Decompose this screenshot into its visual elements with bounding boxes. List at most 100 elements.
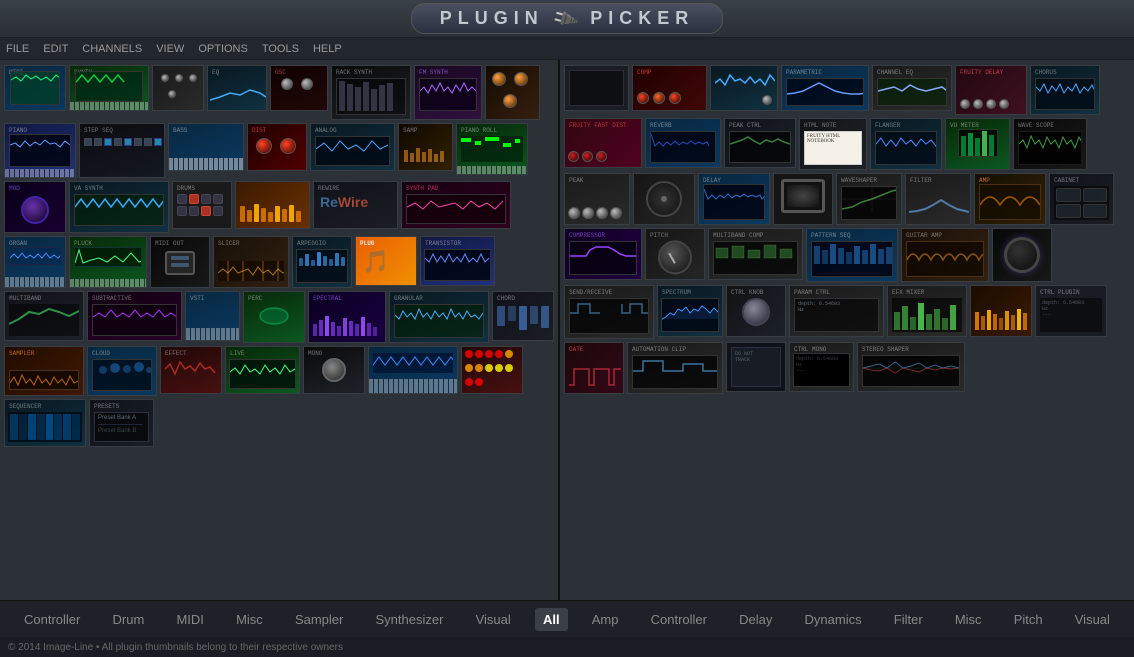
effect-19[interactable]: WAVESHAPER: [836, 173, 902, 225]
plugin-43[interactable]: SEQUENCER: [4, 399, 86, 447]
plugin-44[interactable]: PRESETSPreset Bank APreset Bank B: [89, 399, 154, 447]
tab-misc-left[interactable]: Misc: [228, 608, 271, 631]
plugin-40[interactable]: MONO: [303, 346, 365, 394]
effect-24[interactable]: PITCH: [645, 228, 705, 280]
plugin-6[interactable]: RACK SYNTH: [331, 65, 411, 120]
plugin-41[interactable]: [368, 346, 458, 394]
effect-5[interactable]: CHANNEL EQ: [872, 65, 952, 111]
plugin-38[interactable]: EFFECT: [160, 346, 222, 394]
menu-edit[interactable]: EDIT: [43, 43, 68, 55]
plugin-2[interactable]: SYNTH: [69, 65, 149, 111]
plugin-16[interactable]: MOD: [4, 181, 66, 233]
effect-3[interactable]: [710, 65, 778, 111]
effect-15[interactable]: PEAK: [564, 173, 630, 225]
effect-9[interactable]: REVERB: [645, 118, 721, 168]
tab-sampler[interactable]: Sampler: [287, 608, 351, 631]
plugin-23[interactable]: PLUCK: [69, 236, 147, 288]
effect-1[interactable]: [564, 65, 629, 111]
plugin-12[interactable]: DIST: [247, 123, 307, 171]
plugin-29[interactable]: MULTIBAND: [4, 291, 84, 341]
plugin-15[interactable]: PIANO ROLL: [456, 123, 528, 175]
plugin-13[interactable]: ANALOG: [310, 123, 395, 171]
effect-33[interactable]: EFX MIXER: [887, 285, 967, 337]
plugin-8[interactable]: [485, 65, 540, 120]
effect-16[interactable]: [633, 173, 695, 225]
effect-32[interactable]: PARAM CTRLdepth: 6.54603Hz: [789, 285, 884, 337]
tab-drum[interactable]: Drum: [105, 608, 153, 631]
menu-help[interactable]: HELP: [313, 43, 342, 55]
effect-25[interactable]: MULTIBAND COMP: [708, 228, 803, 280]
tab-visual-right[interactable]: Visual: [1067, 608, 1118, 631]
effect-2[interactable]: COMP: [632, 65, 707, 111]
effect-30[interactable]: SPECTRUM: [657, 285, 723, 337]
plugin-39[interactable]: LIVE: [225, 346, 300, 394]
effect-27[interactable]: GUITAR AMP: [901, 228, 989, 282]
plugin-33[interactable]: SPECTRAL: [308, 291, 386, 343]
plugin-19[interactable]: [235, 181, 310, 229]
plugin-21[interactable]: SYNTH PAD: [401, 181, 511, 229]
tab-all[interactable]: All: [535, 608, 568, 631]
plugin-28[interactable]: TRANSISTOR: [420, 236, 495, 286]
effect-34[interactable]: [970, 285, 1032, 337]
plugin-26[interactable]: ARPEGGIO: [292, 236, 352, 288]
plugin-9[interactable]: PIANO: [4, 123, 76, 178]
plugin-11[interactable]: BASS: [168, 123, 244, 171]
effect-26[interactable]: PATTERN SEQ: [806, 228, 898, 282]
effect-37[interactable]: AUTOMATION CLIP: [627, 342, 723, 394]
effect-8[interactable]: FRUITY FAST DIST: [564, 118, 642, 168]
effect-4[interactable]: PARAMETRIC: [781, 65, 869, 111]
effect-40[interactable]: STEREO SHAPER: [857, 342, 965, 392]
effect-23[interactable]: COMPRESSOR: [564, 228, 642, 280]
plugin-1[interactable]: MIDI: [4, 65, 66, 111]
tab-pitch[interactable]: Pitch: [1006, 608, 1051, 631]
menu-tools[interactable]: TOOLS: [262, 43, 299, 55]
plugin-4[interactable]: EQ: [207, 65, 267, 111]
plugin-25[interactable]: SLICER: [213, 236, 289, 288]
effect-10[interactable]: PEAK CTRL: [724, 118, 796, 168]
menu-view[interactable]: VIEW: [156, 43, 184, 55]
plugin-42[interactable]: [461, 346, 523, 394]
effect-31[interactable]: CTRL KNOB: [726, 285, 786, 337]
effect-39[interactable]: CTRL MONOdepth: 6.54603Hz---: [789, 342, 854, 392]
effect-17[interactable]: DELAY: [698, 173, 770, 225]
effect-38[interactable]: DO NOTTRACK: [726, 342, 786, 392]
tab-controller-right[interactable]: Controller: [643, 608, 715, 631]
plugin-30[interactable]: SUBTRACTIVE: [87, 291, 182, 341]
tab-filter[interactable]: Filter: [886, 608, 931, 631]
plugin-36[interactable]: SAMPLER: [4, 346, 84, 396]
tab-controller-left[interactable]: Controller: [16, 608, 88, 631]
plugin-7[interactable]: FM SYNTH: [414, 65, 482, 120]
plugin-32[interactable]: PERC: [243, 291, 305, 343]
plugin-3[interactable]: [152, 65, 204, 111]
plugin-14[interactable]: SAMP: [398, 123, 453, 171]
effect-35[interactable]: CTRL PLUGINdepth: 6.54603Hz---: [1035, 285, 1107, 337]
tab-delay[interactable]: Delay: [731, 608, 780, 631]
effect-21[interactable]: AMP: [974, 173, 1046, 225]
menu-file[interactable]: FILE: [6, 43, 29, 55]
tab-dynamics[interactable]: Dynamics: [797, 608, 870, 631]
effect-13[interactable]: VU METER: [945, 118, 1010, 170]
effect-7[interactable]: CHORUS: [1030, 65, 1100, 115]
tab-synthesizer[interactable]: Synthesizer: [368, 608, 452, 631]
tab-midi[interactable]: MIDI: [168, 608, 211, 631]
plugin-37[interactable]: CLOUD: [87, 346, 157, 396]
effect-14[interactable]: WAVE SCOPE: [1013, 118, 1087, 170]
plugin-35[interactable]: CHORD: [492, 291, 554, 341]
effect-28[interactable]: [992, 228, 1052, 282]
plugin-17[interactable]: VA SYNTH: [69, 181, 169, 233]
effect-22[interactable]: CABINET: [1049, 173, 1114, 225]
effect-20[interactable]: FILTER: [905, 173, 971, 225]
plugin-27[interactable]: PLUG🎵: [355, 236, 417, 286]
menu-options[interactable]: OPTIONS: [198, 43, 248, 55]
effect-6[interactable]: FRUITY DELAY: [955, 65, 1027, 115]
effect-29[interactable]: SEND/RECEIVE: [564, 285, 654, 339]
tab-visual-left[interactable]: Visual: [468, 608, 519, 631]
effect-12[interactable]: FLANGER: [870, 118, 942, 170]
effect-36[interactable]: GATE: [564, 342, 624, 394]
effect-18[interactable]: [773, 173, 833, 225]
tab-amp[interactable]: Amp: [584, 608, 627, 631]
effect-11[interactable]: HTML NOTEFRUITY HTMLNOTEBOOK: [799, 118, 867, 170]
plugin-20[interactable]: REWIREReWire: [313, 181, 398, 229]
plugin-18[interactable]: DRUMS: [172, 181, 232, 229]
plugin-5[interactable]: OSC: [270, 65, 328, 111]
